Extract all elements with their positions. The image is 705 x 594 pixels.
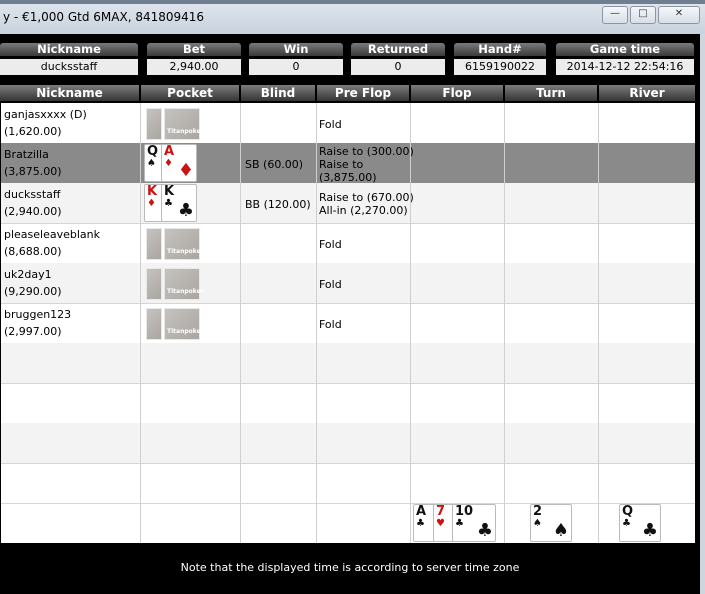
table-row[interactable]: Bratzilla (3,875.00) Q ♠ A ♦ ♦ SB (60.00) R…: [1, 143, 695, 184]
card-ten-clubs: 10 ♣ ♣: [452, 504, 496, 542]
table-row[interactable]: ganjasxxxx (D) (1,620.00) Titanpoker Fol…: [1, 103, 695, 144]
summary-value-game-time: 2014-12-12 22:54:16: [556, 59, 694, 75]
hidden-pocket-cards: Titanpoker: [146, 308, 204, 340]
card-ace-diamonds: A ♦ ♦: [161, 144, 197, 182]
restore-button[interactable]: □: [630, 6, 656, 24]
table-row[interactable]: bruggen123 (2,997.00) Titanpoker Fold: [1, 303, 695, 344]
table-row[interactable]: pleaseleaveblank (8,688.00) Titanpoker F…: [1, 223, 695, 264]
card-ace-clubs: A ♣: [413, 504, 435, 542]
summary-value-nickname: ducksstaff: [0, 59, 138, 75]
column-header-pocket[interactable]: Pocket: [141, 85, 239, 101]
player-name: bruggen123: [4, 308, 72, 321]
player-stack: (2,940.00): [4, 205, 62, 218]
empty-row: [1, 463, 695, 504]
empty-row: [1, 423, 695, 464]
player-name: pleaseleaveblank: [4, 228, 101, 241]
column-divider: [316, 103, 317, 543]
player-name: Bratzilla: [4, 148, 49, 161]
player-name: uk2day1: [4, 268, 52, 281]
card-back-icon: Titanpoker: [164, 268, 204, 300]
summary-header-nickname: Nickname: [0, 43, 138, 56]
player-stack: (1,620.00): [4, 125, 62, 138]
card-queen-clubs: Q ♣ ♣: [619, 504, 661, 542]
table-row[interactable]: ducksstaff (2,940.00) K ♦ K ♣ ♣ BB (120.00)…: [1, 183, 695, 224]
card-back-icon: Titanpoker: [164, 228, 204, 260]
preflop-action: Raise to: [319, 158, 364, 171]
player-stack: (2,997.00): [4, 325, 62, 338]
hidden-pocket-cards: Titanpoker: [146, 228, 204, 260]
player-stack: (3,875.00): [4, 165, 62, 178]
column-header-flop[interactable]: Flop: [411, 85, 503, 101]
preflop-action: Fold: [319, 278, 342, 291]
summary-header-returned: Returned: [351, 43, 445, 56]
summary-value-win: 0: [249, 59, 343, 75]
summary-header-win: Win: [249, 43, 343, 56]
card-back-icon: [146, 108, 162, 140]
player-stack: (9,290.00): [4, 285, 62, 298]
column-header-river[interactable]: River: [599, 85, 695, 101]
preflop-action: Fold: [319, 238, 342, 251]
summary-header-hand-number: Hand#: [454, 43, 546, 56]
pocket-cards: K ♦ K ♣ ♣: [144, 184, 204, 222]
column-divider: [598, 103, 599, 543]
window-titlebar: y - €1,000 Gtd 6MAX, 841809416 — □ ✕: [0, 0, 705, 35]
card-back-icon: Titanpoker: [164, 308, 204, 340]
window-border: [700, 34, 705, 594]
player-name: ganjasxxxx (D): [4, 108, 87, 121]
window-title: y - €1,000 Gtd 6MAX, 841809416: [3, 10, 205, 24]
blind-amount: SB (60.00): [245, 158, 304, 171]
card-back-icon: [146, 308, 162, 340]
column-divider: [410, 103, 411, 543]
card-king-clubs: K ♣ ♣: [161, 184, 197, 222]
preflop-action: Raise to (300.00): [319, 145, 414, 158]
summary-value-bet: 2,940.00: [147, 59, 241, 75]
column-divider: [140, 103, 141, 543]
hidden-pocket-cards: Titanpoker: [146, 108, 204, 140]
hidden-pocket-cards: Titanpoker: [146, 268, 204, 300]
summary-value-returned: 0: [351, 59, 445, 75]
close-button[interactable]: ✕: [658, 6, 700, 24]
card-back-icon: [146, 268, 162, 300]
board-cards: A ♣ 7 ♥ 10 ♣ ♣ 2 ♠ ♠ Q ♣ ♣: [1, 503, 695, 543]
flop-cards: A ♣ 7 ♥ 10 ♣ ♣: [413, 504, 503, 542]
preflop-action: Raise to (670.00): [319, 191, 414, 204]
summary-header-bet: Bet: [147, 43, 241, 56]
player-name: ducksstaff: [4, 188, 61, 201]
preflop-action: Fold: [319, 118, 342, 131]
card-two-spades: 2 ♠ ♠: [530, 504, 572, 542]
column-header-blind[interactable]: Blind: [241, 85, 315, 101]
pocket-cards: Q ♠ A ♦ ♦: [144, 144, 204, 182]
server-time-note: Note that the displayed time is accordin…: [180, 561, 520, 574]
minimize-button[interactable]: —: [602, 6, 628, 24]
player-stack: (8,688.00): [4, 245, 62, 258]
table-row[interactable]: uk2day1 (9,290.00) Titanpoker Fold: [1, 263, 695, 304]
column-divider: [240, 103, 241, 543]
preflop-action: All-in (2,270.00): [319, 204, 408, 217]
hand-history-panel: Nickname Bet Win Returned Hand# Game tim…: [0, 34, 700, 594]
column-header-turn[interactable]: Turn: [505, 85, 597, 101]
column-header-preflop[interactable]: Pre Flop: [317, 85, 409, 101]
empty-row: [1, 383, 695, 424]
empty-row: [1, 343, 695, 384]
taskbar-strip: [0, 0, 705, 4]
preflop-action: Fold: [319, 318, 342, 331]
column-header-nickname[interactable]: Nickname: [0, 85, 139, 101]
blind-amount: BB (120.00): [245, 198, 311, 211]
summary-value-hand-number: 6159190022: [454, 59, 546, 75]
card-back-icon: [146, 228, 162, 260]
hand-history-table: ganjasxxxx (D) (1,620.00) Titanpoker Fol…: [1, 103, 695, 543]
summary-header-game-time: Game time: [556, 43, 694, 56]
card-back-icon: Titanpoker: [164, 108, 204, 140]
column-divider: [504, 103, 505, 543]
